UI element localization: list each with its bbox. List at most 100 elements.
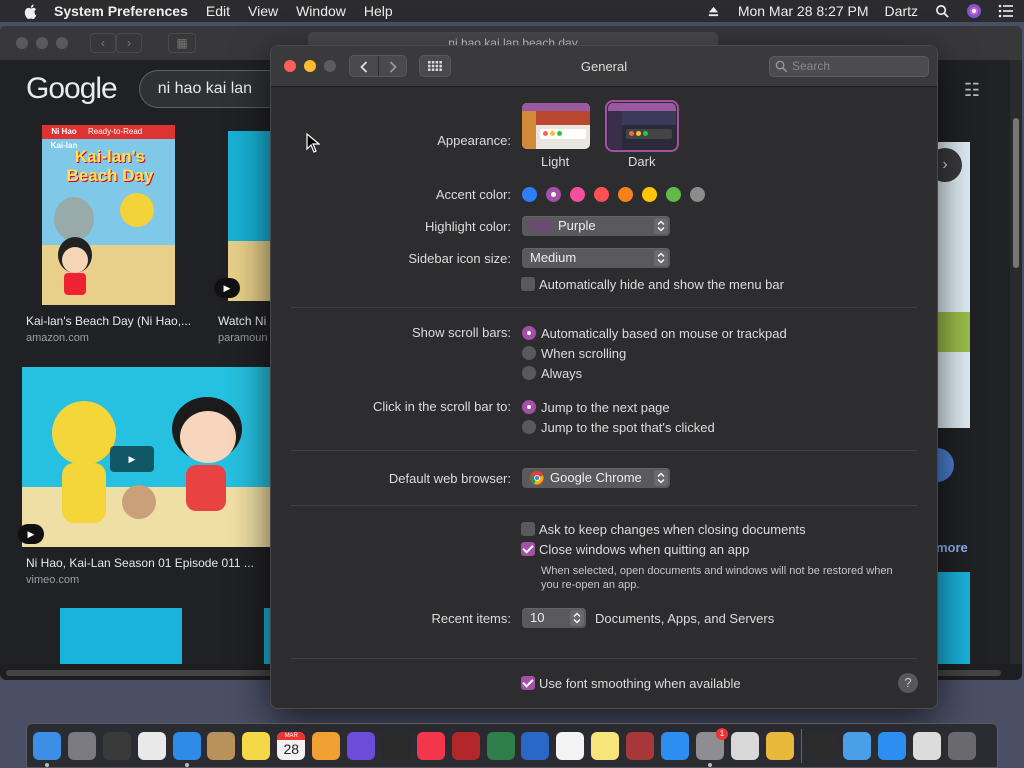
textedit-icon[interactable] [556,731,585,760]
running-indicator [45,762,49,767]
accent-color-swatch[interactable] [618,187,633,202]
appearance-light-option[interactable] [522,103,590,149]
activity-monitor-icon[interactable] [808,731,837,760]
eject-icon[interactable] [706,3,722,19]
browser-sidebar-icon[interactable]: ▦ [168,33,196,53]
menu-window[interactable]: Window [296,3,346,19]
default-browser-label: Default web browser: [388,471,511,486]
result-image-book-cover[interactable]: Ni Hao Kai-lan Ready-to-Read Kai-lan's B… [42,125,175,305]
siri-icon[interactable] [966,3,982,19]
highlight-color-popup[interactable]: Purple [522,216,670,236]
news-icon[interactable] [416,731,445,760]
result-image[interactable] [938,572,970,664]
preview-icon[interactable] [913,731,942,760]
scroll-bars-when-scrolling-radio[interactable] [522,346,536,360]
play-icon[interactable]: ▶ [214,278,240,298]
notification-center-icon[interactable] [998,3,1014,19]
photo-booth-icon[interactable] [451,731,480,760]
jump-to-spot-label: Jump to the spot that's clicked [541,420,715,435]
quicktime-icon[interactable] [521,731,550,760]
dashboard-icon[interactable] [102,731,131,760]
stickies-icon[interactable] [242,731,271,760]
play-icon[interactable]: ▶ [18,524,44,544]
video-play-icon[interactable]: ▶ [110,446,154,472]
accent-color-swatch[interactable] [594,187,609,202]
browser-vertical-scrollbar[interactable] [1010,60,1022,664]
google-apps-icon[interactable]: ☷ [964,80,980,101]
notebook-icon[interactable] [207,731,236,760]
siri-icon[interactable] [347,731,376,760]
scrollbar-thumb[interactable] [1013,118,1019,268]
apple-menu-icon[interactable] [20,4,40,19]
script-editor-icon[interactable] [730,731,759,760]
popup-arrows-icon [654,470,668,486]
appearance-dark-option[interactable] [605,100,679,152]
font-smoothing-checkbox[interactable] [521,676,535,690]
photos-icon[interactable] [312,731,341,760]
auto-hide-menu-checkbox[interactable] [521,277,535,291]
system-preferences-icon[interactable]: 1 [695,727,728,767]
menu-app-name[interactable]: System Preferences [54,3,188,19]
taxi-app-icon[interactable] [765,731,794,760]
result-image[interactable] [60,608,182,664]
safari-icon[interactable] [172,731,201,767]
help-button[interactable]: ? [898,673,918,693]
recent-items-stepper[interactable]: 10 [522,608,586,628]
separator [291,307,917,308]
accent-color-swatch[interactable] [546,187,561,202]
menu-view[interactable]: View [248,3,278,19]
result-image[interactable] [938,142,970,428]
menu-edit[interactable]: Edit [206,3,230,19]
chrome-icon[interactable] [137,731,166,760]
calendar-month: MAR [277,731,306,740]
result-caption[interactable]: Kai-lan's Beach Day (Ni Hao,... [26,314,191,328]
ask-keep-changes-checkbox[interactable] [521,522,535,536]
accent-color-swatch[interactable] [666,187,681,202]
accent-color-swatch[interactable] [570,187,585,202]
menubar-clock[interactable]: Mon Mar 28 8:27 PM [738,3,869,19]
jump-next-page-radio[interactable] [522,400,536,414]
app-store-2-icon[interactable] [878,731,907,760]
running-indicator [707,762,712,767]
scroll-bars-always-label: Always [541,366,583,381]
browser-minimize-button[interactable] [36,37,48,49]
app-store-icon[interactable] [661,731,690,760]
time-machine-icon[interactable] [486,731,515,760]
dictionary-icon[interactable] [626,731,655,760]
browser-back-icon[interactable]: ‹ [90,33,116,53]
sidebar-icon-size-popup[interactable]: Medium [522,248,670,268]
folder-icon[interactable] [843,731,872,760]
popup-arrows-icon [654,250,668,266]
accent-color-swatch[interactable] [690,187,705,202]
prefs-search-field[interactable]: Search [769,56,929,77]
accent-color-swatch[interactable] [522,187,537,202]
launchpad-icon[interactable] [67,731,96,760]
trash-icon[interactable] [948,731,977,760]
separator [291,658,917,659]
jump-to-spot-radio[interactable] [522,420,536,434]
menubar-user[interactable]: Dartz [885,3,918,19]
browser-close-button[interactable] [16,37,28,49]
finder-icon[interactable] [33,731,61,767]
browser-forward-icon[interactable]: › [116,33,142,53]
click-scroll-bar-label: Click in the scroll bar to: [373,399,511,414]
font-smoothing-label: Use font smoothing when available [539,676,741,691]
close-windows-checkbox[interactable] [521,542,535,556]
result-caption[interactable]: Watch Ni [218,314,266,328]
scroll-bars-auto-radio[interactable] [522,326,536,340]
calendar-icon[interactable]: MAR 28 [277,731,306,760]
grapher-icon[interactable] [381,731,410,760]
google-logo[interactable]: Google [26,72,118,106]
notes-icon[interactable] [591,731,620,760]
menu-help[interactable]: Help [364,3,393,19]
result-caption[interactable]: Ni Hao, Kai-Lan Season 01 Episode 011 ..… [26,556,254,570]
appearance-light-label: Light [541,154,570,169]
more-link[interactable]: more [936,540,968,555]
accent-color-swatch[interactable] [642,187,657,202]
spotlight-search-icon[interactable] [934,3,950,19]
result-image-video[interactable] [228,131,270,301]
prefs-titlebar: General Search [271,46,937,87]
scroll-bars-always-radio[interactable] [522,366,536,380]
default-browser-popup[interactable]: Google Chrome [522,468,670,488]
browser-zoom-button[interactable] [56,37,68,49]
